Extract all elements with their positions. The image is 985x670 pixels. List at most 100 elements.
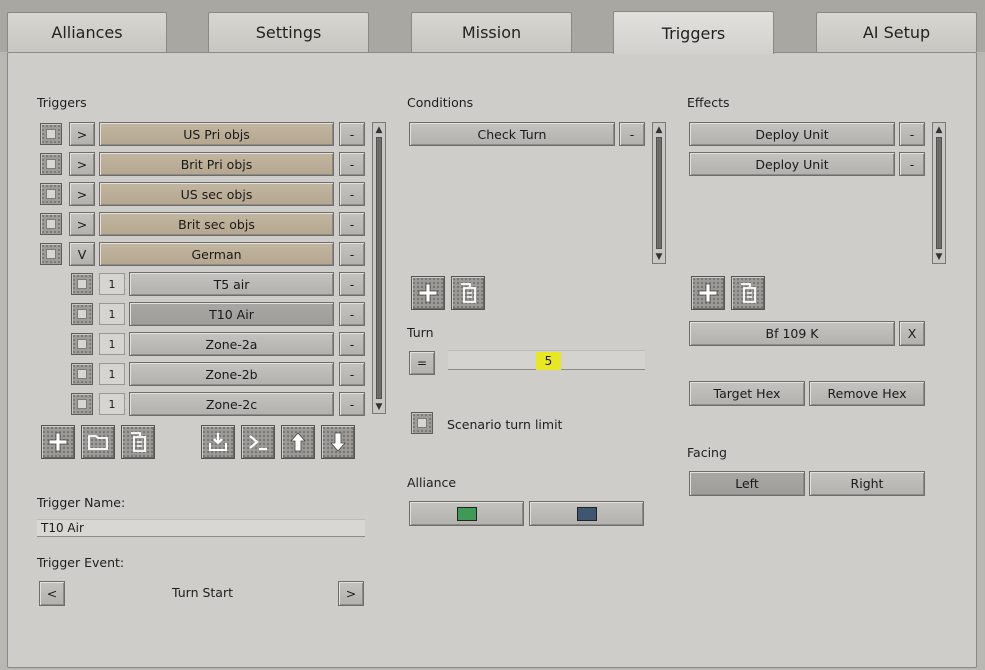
tab-alliances[interactable]: Alliances bbox=[7, 12, 167, 52]
scroll-down-arrow-icon[interactable]: ▼ bbox=[373, 400, 385, 413]
download-tray-icon bbox=[209, 433, 227, 451]
trigger-remove-button[interactable]: - bbox=[339, 392, 365, 416]
conditions-scrollbar[interactable]: ▲ ▼ bbox=[652, 122, 666, 264]
trigger-remove-button[interactable]: - bbox=[339, 212, 365, 236]
trigger-item-zone-2a[interactable]: Zone-2a bbox=[129, 332, 334, 356]
add-condition-button[interactable] bbox=[411, 276, 445, 310]
remove-hex-button[interactable]: Remove Hex bbox=[809, 381, 925, 406]
trigger-event-prev-button[interactable]: < bbox=[39, 581, 65, 606]
import-trigger-button[interactable] bbox=[201, 425, 235, 459]
trigger-group-brit-sec-objs[interactable]: Brit sec objs bbox=[99, 212, 334, 236]
scrollbar-track[interactable] bbox=[376, 137, 382, 399]
plus-icon bbox=[418, 283, 438, 303]
trigger-item-t5-air[interactable]: T5 air bbox=[129, 272, 334, 296]
turn-slider[interactable]: 5 bbox=[448, 350, 645, 370]
condition-check-turn[interactable]: Check Turn bbox=[409, 122, 615, 146]
scroll-down-arrow-icon[interactable]: ▼ bbox=[653, 250, 665, 263]
add-trigger-button[interactable] bbox=[41, 425, 75, 459]
trigger-remove-button[interactable]: - bbox=[339, 182, 365, 206]
trigger-expand-button[interactable]: > bbox=[69, 182, 95, 206]
trigger-remove-button[interactable]: - bbox=[339, 332, 365, 356]
trigger-checkbox[interactable] bbox=[71, 273, 93, 295]
trigger-expand-button[interactable]: > bbox=[69, 212, 95, 236]
scenario-turn-limit-label: Scenario turn limit bbox=[447, 417, 563, 432]
unit-select-button[interactable]: Bf 109 K bbox=[689, 321, 895, 346]
trigger-checkbox[interactable] bbox=[40, 243, 62, 265]
arrow-down-icon bbox=[330, 432, 346, 452]
trigger-remove-button[interactable]: - bbox=[339, 302, 365, 326]
trigger-checkbox[interactable] bbox=[71, 393, 93, 415]
trigger-remove-button[interactable]: - bbox=[339, 272, 365, 296]
unit-clear-button[interactable]: X bbox=[899, 321, 925, 346]
trigger-checkbox[interactable] bbox=[71, 363, 93, 385]
trigger-group-us-sec-objs[interactable]: US sec objs bbox=[99, 182, 334, 206]
trigger-item-zone-2b[interactable]: Zone-2b bbox=[129, 362, 334, 386]
move-trigger-up-button[interactable] bbox=[281, 425, 315, 459]
trigger-remove-button[interactable]: - bbox=[339, 362, 365, 386]
scroll-up-arrow-icon[interactable]: ▲ bbox=[933, 123, 945, 136]
trigger-checkbox[interactable] bbox=[40, 213, 62, 235]
tab-mission[interactable]: Mission bbox=[411, 12, 572, 52]
turn-operator-button[interactable]: = bbox=[409, 351, 435, 375]
effect-remove-button[interactable]: - bbox=[899, 152, 925, 176]
facing-right-button[interactable]: Right bbox=[809, 471, 925, 496]
terminal-prompt-icon bbox=[249, 435, 267, 451]
turn-slider-value[interactable]: 5 bbox=[536, 352, 561, 370]
effect-remove-button[interactable]: - bbox=[899, 122, 925, 146]
target-hex-button[interactable]: Target Hex bbox=[689, 381, 805, 406]
trigger-event-next-button[interactable]: > bbox=[338, 581, 364, 606]
facing-label: Facing bbox=[687, 445, 727, 460]
script-console-button[interactable] bbox=[241, 425, 275, 459]
triggers-scrollbar[interactable]: ▲ ▼ bbox=[372, 122, 386, 414]
trigger-checkbox[interactable] bbox=[40, 153, 62, 175]
move-trigger-down-button[interactable] bbox=[321, 425, 355, 459]
trigger-checkbox[interactable] bbox=[40, 123, 62, 145]
trigger-group-brit-pri-objs[interactable]: Brit Pri objs bbox=[99, 152, 334, 176]
facing-left-button[interactable]: Left bbox=[689, 471, 805, 496]
trigger-collapse-button[interactable]: V bbox=[69, 242, 95, 266]
trigger-remove-button[interactable]: - bbox=[339, 152, 365, 176]
trigger-count: 1 bbox=[99, 333, 125, 355]
blue-swatch-icon bbox=[576, 506, 597, 521]
trigger-remove-button[interactable]: - bbox=[339, 242, 365, 266]
alliance-option-green[interactable] bbox=[409, 501, 524, 526]
scroll-up-arrow-icon[interactable]: ▲ bbox=[653, 123, 665, 136]
effects-scrollbar[interactable]: ▲ ▼ bbox=[932, 122, 946, 264]
copy-condition-button[interactable] bbox=[451, 276, 485, 310]
plus-icon bbox=[48, 432, 68, 452]
trigger-event-label: Trigger Event: bbox=[37, 555, 125, 570]
scenario-turn-limit-checkbox[interactable] bbox=[411, 412, 433, 434]
trigger-item-zone-2c[interactable]: Zone-2c bbox=[129, 392, 334, 416]
trigger-checkbox[interactable] bbox=[71, 303, 93, 325]
triggers-heading: Triggers bbox=[37, 95, 87, 110]
folder-icon bbox=[88, 435, 108, 450]
condition-remove-button[interactable]: - bbox=[619, 122, 645, 146]
arrow-up-icon bbox=[290, 432, 306, 452]
alliance-option-blue[interactable] bbox=[529, 501, 644, 526]
copy-icon bbox=[741, 283, 756, 303]
copy-effect-button[interactable] bbox=[731, 276, 765, 310]
trigger-item-t10-air-selected[interactable]: T10 Air bbox=[129, 302, 334, 326]
tab-ai-setup[interactable]: AI Setup bbox=[816, 12, 977, 52]
trigger-checkbox[interactable] bbox=[40, 183, 62, 205]
add-effect-button[interactable] bbox=[691, 276, 725, 310]
copy-icon bbox=[131, 432, 146, 452]
effect-deploy-unit-1[interactable]: Deploy Unit bbox=[689, 122, 895, 146]
effect-deploy-unit-2[interactable]: Deploy Unit bbox=[689, 152, 895, 176]
trigger-group-german[interactable]: German bbox=[99, 242, 334, 266]
effects-heading: Effects bbox=[687, 95, 730, 110]
trigger-name-input[interactable]: T10 Air bbox=[37, 519, 365, 537]
trigger-remove-button[interactable]: - bbox=[339, 122, 365, 146]
scroll-down-arrow-icon[interactable]: ▼ bbox=[933, 250, 945, 263]
trigger-checkbox[interactable] bbox=[71, 333, 93, 355]
trigger-expand-button[interactable]: > bbox=[69, 152, 95, 176]
trigger-group-us-pri-objs[interactable]: US Pri objs bbox=[99, 122, 334, 146]
tab-settings[interactable]: Settings bbox=[208, 12, 369, 52]
scroll-up-arrow-icon[interactable]: ▲ bbox=[373, 123, 385, 136]
scrollbar-track[interactable] bbox=[656, 137, 662, 249]
tab-triggers[interactable]: Triggers bbox=[613, 11, 774, 54]
copy-trigger-button[interactable] bbox=[121, 425, 155, 459]
trigger-expand-button[interactable]: > bbox=[69, 122, 95, 146]
scrollbar-track[interactable] bbox=[936, 137, 942, 249]
add-folder-button[interactable] bbox=[81, 425, 115, 459]
